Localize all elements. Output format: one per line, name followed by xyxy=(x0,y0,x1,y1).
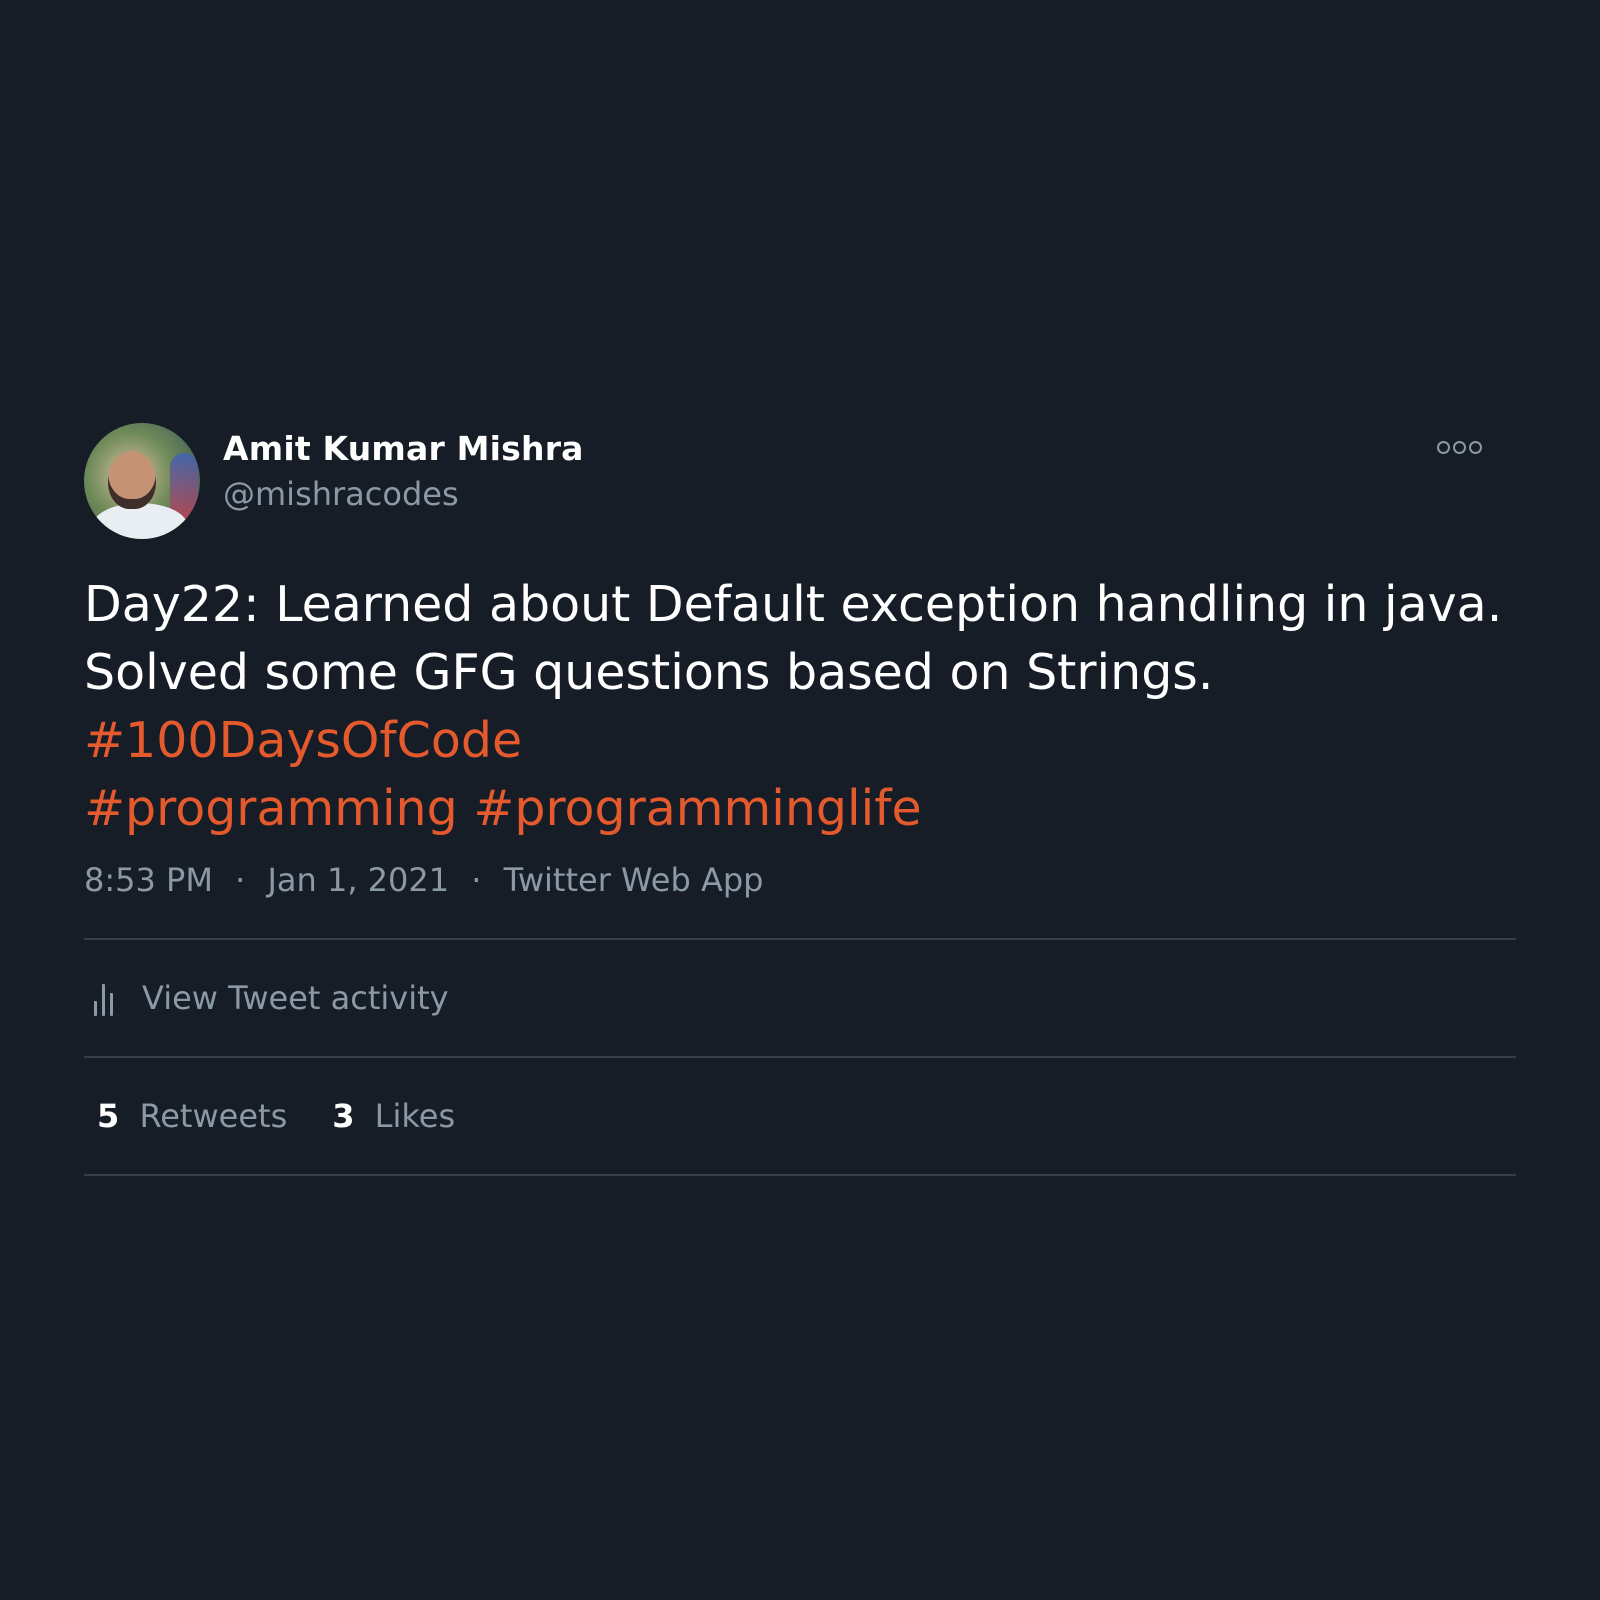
bar-chart-icon-bar xyxy=(110,993,113,1016)
hashtag-programming[interactable]: #programming xyxy=(84,780,458,837)
view-tweet-activity-label: View Tweet activity xyxy=(142,979,449,1017)
more-dot xyxy=(1437,441,1450,454)
more-dot xyxy=(1453,441,1466,454)
tweet-header: Amit Kumar Mishra @mishracodes xyxy=(84,423,1516,539)
user-handle[interactable]: @mishracodes xyxy=(223,475,459,513)
likes-label: Likes xyxy=(374,1097,456,1135)
display-name[interactable]: Amit Kumar Mishra xyxy=(223,429,584,468)
retweets-stat[interactable]: 5 Retweets xyxy=(97,1097,287,1135)
more-options-icon[interactable] xyxy=(1437,441,1482,454)
tweet-line-1: Day22: Learned about Default exception h… xyxy=(84,576,1503,633)
tweet-source[interactable]: Twitter Web App xyxy=(504,861,764,899)
divider-bottom xyxy=(84,1174,1516,1176)
likes-stat[interactable]: 3 Likes xyxy=(332,1097,455,1135)
hashtag-line: #programming #programminglife xyxy=(84,775,1516,843)
tweet-line-2: Solved some GFG questions based on Strin… xyxy=(84,644,1214,701)
bar-chart-icon-bar xyxy=(94,1001,97,1016)
avatar[interactable] xyxy=(84,423,200,539)
tweet-card: Amit Kumar Mishra @mishracodes Day22: Le… xyxy=(84,423,1516,1176)
divider-top xyxy=(84,938,1516,940)
more-dot xyxy=(1469,441,1482,454)
likes-count: 3 xyxy=(332,1097,355,1135)
meta-separator: · xyxy=(471,861,482,899)
tweet-time[interactable]: 8:53 PM xyxy=(84,861,213,899)
bar-chart-icon-bar xyxy=(102,984,105,1016)
retweets-count: 5 xyxy=(97,1097,120,1135)
tweet-stats: 5 Retweets 3 Likes xyxy=(84,1058,1516,1174)
hashtag-100daysofcode[interactable]: #100DaysOfCode xyxy=(84,707,1516,775)
tweet-date[interactable]: Jan 1, 2021 xyxy=(267,861,449,899)
view-tweet-activity-button[interactable]: View Tweet activity xyxy=(84,940,1516,1056)
hashtag-programminglife[interactable]: #programminglife xyxy=(473,780,921,837)
divider-middle xyxy=(84,1056,1516,1058)
avatar-face xyxy=(108,451,156,509)
bar-chart-icon xyxy=(94,978,122,1018)
meta-separator: · xyxy=(235,861,246,899)
retweets-label: Retweets xyxy=(139,1097,288,1135)
tweet-text: Day22: Learned about Default exception h… xyxy=(84,571,1516,843)
tweet-meta: 8:53 PM · Jan 1, 2021 · Twitter Web App xyxy=(84,861,1516,899)
